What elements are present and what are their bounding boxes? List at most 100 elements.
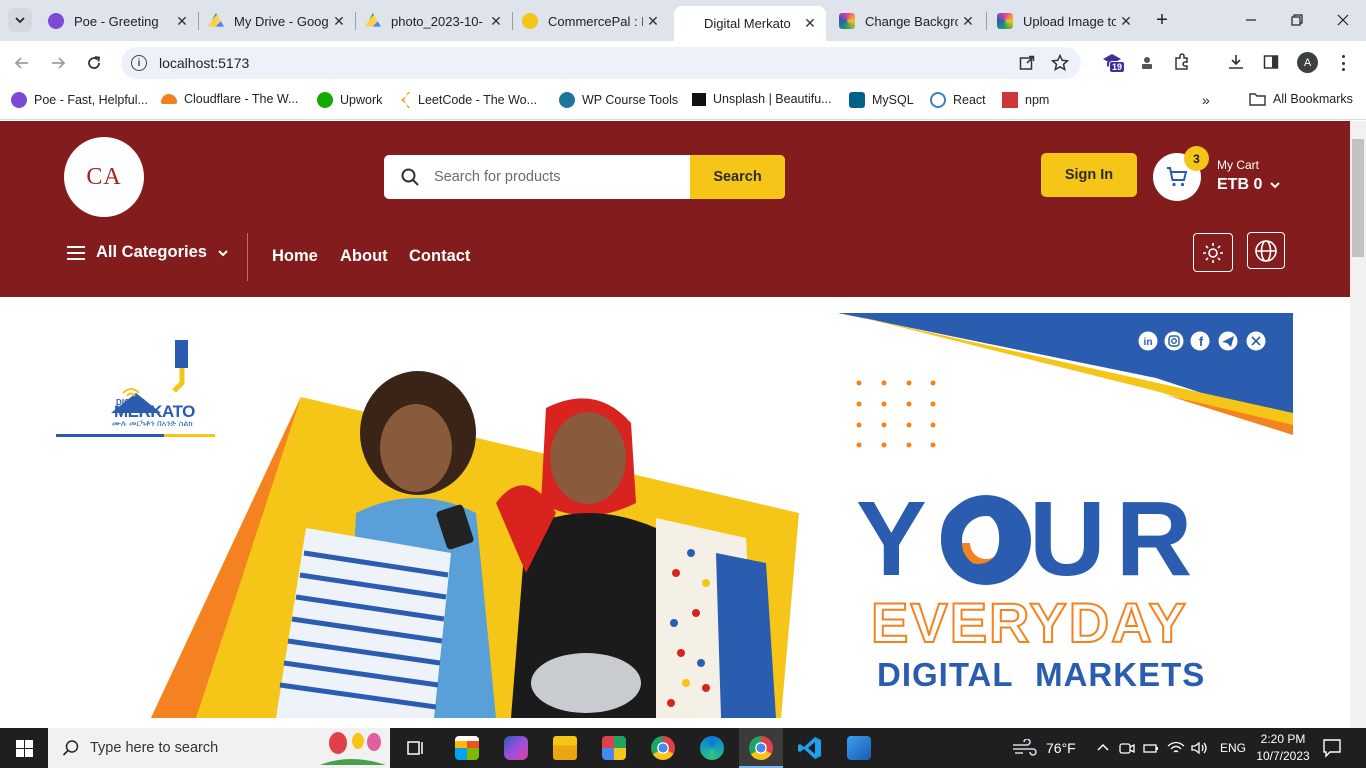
extension-icon[interactable] [1139,55,1155,71]
video-app-icon[interactable] [602,736,626,760]
close-icon[interactable]: ✕ [800,15,820,32]
page-scrollbar[interactable] [1350,121,1366,728]
file-explorer-icon[interactable] [553,736,577,760]
address-bar[interactable]: i localhost:5173 [121,47,1081,79]
cart-icon [1167,167,1188,187]
bookmark-label: Cloudflare - The W... [184,92,299,106]
bookmark-poe[interactable]: Poe - Fast, Helpful... [11,92,148,108]
chrome-icon[interactable] [651,736,675,760]
theme-toggle-button[interactable] [1193,233,1233,272]
bookmarks-overflow-icon[interactable]: » [1202,92,1210,108]
windows-taskbar: Type here to search 76°F ENG 2:20 PM 10/… [0,728,1366,768]
nav-about[interactable]: About [340,247,388,266]
weather-widget[interactable]: 76°F [1011,728,1076,768]
bookmark-react[interactable]: React [930,92,986,108]
hamburger-icon [67,245,85,260]
bookmark-label: React [953,93,986,107]
restore-button[interactable] [1274,0,1320,40]
input-language[interactable]: ENG [1220,741,1246,755]
sign-in-button[interactable]: Sign In [1041,153,1137,197]
battery-icon[interactable] [1143,741,1159,755]
bookmark-cloudflare[interactable]: Cloudflare - The W... [161,92,298,106]
bookmark-wp-course[interactable]: WP Course Tools [559,92,678,108]
bookmark-upwork[interactable]: Upwork [317,92,382,108]
cart-total[interactable]: ETB 0 [1217,176,1281,194]
photos-app-icon[interactable] [847,736,871,760]
chrome-active-icon[interactable] [739,728,783,768]
chrome-menu-icon[interactable] [1336,53,1350,73]
all-bookmarks[interactable]: All Bookmarks [1249,92,1353,106]
browser-toolbar: i localhost:5173 19 A [0,41,1366,84]
close-icon[interactable]: ✕ [329,13,349,30]
decorative-dots [856,380,936,448]
tab-change-background[interactable]: Change Backgro ✕ [829,6,984,36]
tab-digital-merkato[interactable]: Digital Merkato ✕ [674,6,826,41]
chevron-down-icon [15,17,25,24]
meet-now-icon[interactable] [1119,741,1135,755]
hero-banner[interactable]: in f DIGITAL MERKATO ሙሉ መርካቶን በአንድ ስልክ Y… [56,313,1293,718]
close-icon[interactable]: ✕ [172,13,192,30]
bookmark-leetcode[interactable]: LeetCode - The Wo... [401,92,537,108]
tab-poe[interactable]: Poe - Greeting ✕ [38,6,198,36]
wifi-icon[interactable] [1167,741,1185,755]
cloudflare-icon [161,94,177,104]
site-info-icon[interactable]: i [131,55,147,71]
notifications-button[interactable] [1322,738,1342,758]
speaker-icon[interactable] [1191,741,1209,755]
close-icon[interactable]: ✕ [958,13,978,30]
tab-my-drive[interactable]: My Drive - Goog ✕ [198,6,355,36]
npm-icon [1002,92,1018,108]
task-view-icon[interactable] [405,737,427,759]
close-icon[interactable]: ✕ [1116,13,1136,30]
clock-date: 10/7/2023 [1256,749,1310,763]
tab-photo[interactable]: photo_2023-10- ✕ [355,6,512,36]
microsoft-store-icon[interactable] [455,736,479,760]
clock-time: 2:20 PM [1260,732,1306,746]
search-input[interactable] [420,155,690,199]
nav-home[interactable]: Home [272,247,318,266]
start-button[interactable] [0,728,48,768]
chevron-down-icon [1270,182,1281,189]
tab-search-button[interactable] [8,8,32,32]
bookmark-star-icon[interactable] [1051,54,1069,72]
side-panel-icon[interactable] [1263,54,1279,70]
extension-scholar-icon[interactable]: 19 [1102,53,1126,73]
downloads-icon[interactable] [1227,53,1245,71]
site-logo[interactable]: CA [64,137,144,217]
copilot-icon[interactable] [504,736,528,760]
edge-icon[interactable] [700,736,724,760]
profile-avatar[interactable]: A [1297,52,1318,73]
close-icon[interactable]: ✕ [486,13,506,30]
back-button[interactable] [10,51,34,75]
headline-everyday: EVERYDAY [870,591,1188,654]
language-button[interactable] [1247,232,1285,269]
forward-button[interactable] [46,51,70,75]
taskbar-search[interactable]: Type here to search [48,728,390,768]
bookmark-unsplash[interactable]: Unsplash | Beautifu... [692,92,832,106]
minimize-button[interactable] [1228,0,1274,40]
restore-icon [1291,14,1303,26]
clock[interactable]: 2:20 PM 10/7/2023 [1250,731,1316,765]
bookmark-mysql[interactable]: MySQL [849,92,914,108]
vscode-icon[interactable] [798,736,822,760]
poe-icon [48,13,64,29]
chevron-up-icon[interactable] [1096,741,1110,755]
open-in-app-icon[interactable] [1019,55,1035,71]
search-button[interactable]: Search [690,155,785,199]
scrollbar-thumb[interactable] [1352,139,1364,257]
url-text[interactable]: localhost:5173 [159,55,249,71]
hot-air-balloons-icon [320,732,386,765]
all-categories-menu[interactable]: All Categories [66,243,229,262]
reload-button[interactable] [82,51,106,75]
extensions-puzzle-icon[interactable] [1173,53,1191,71]
close-icon[interactable]: ✕ [643,13,663,30]
tab-commercepal[interactable]: CommercePal : E ✕ [512,6,669,36]
tab-upload-image[interactable]: Upload Image to ✕ [987,6,1142,36]
bookmark-npm[interactable]: npm [1002,92,1049,108]
weather-temp: 76°F [1046,740,1076,756]
close-window-button[interactable] [1320,0,1366,40]
new-tab-button[interactable]: + [1150,8,1174,32]
chevron-down-icon [218,249,228,256]
nav-contact[interactable]: Contact [409,247,470,266]
bookmark-label: Unsplash | Beautifu... [713,92,832,106]
